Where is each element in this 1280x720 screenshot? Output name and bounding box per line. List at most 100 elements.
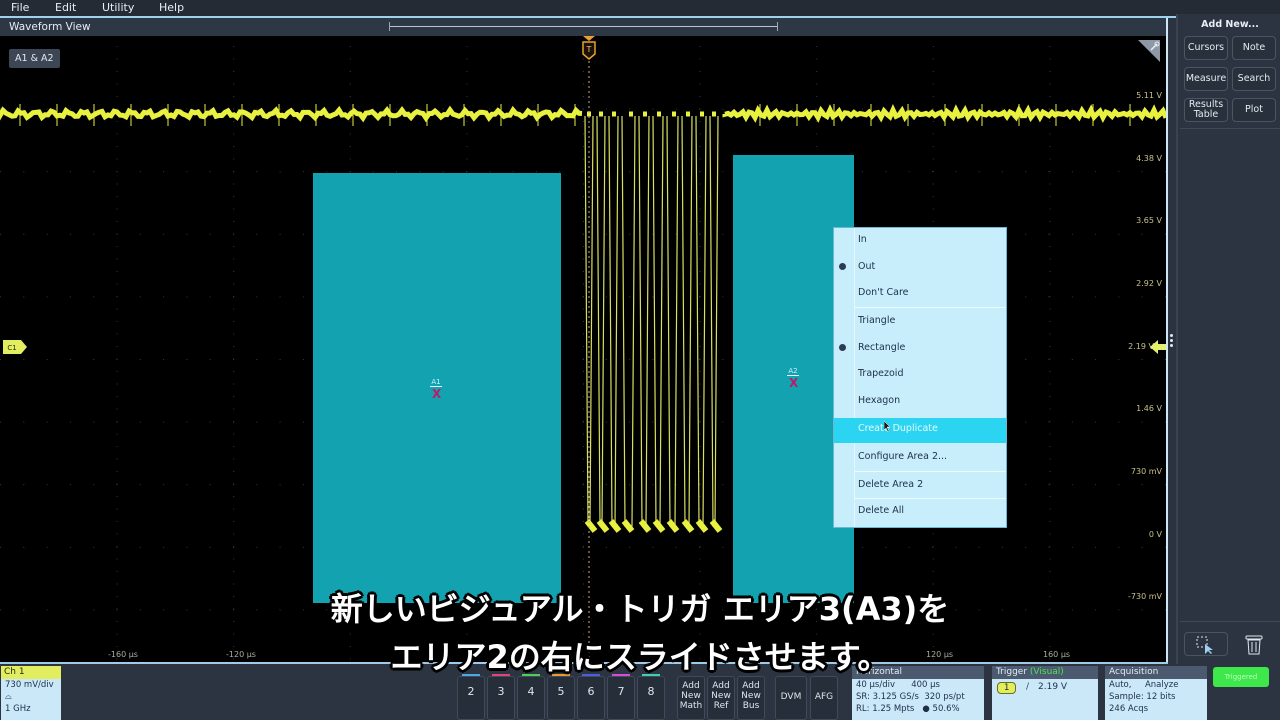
grid-dot (699, 308, 701, 310)
horizontal-scale: 40 µs/div 400 µs (856, 680, 940, 690)
grid-dot (1049, 433, 1051, 435)
grid-dot (1049, 383, 1051, 385)
grid-dot (233, 271, 235, 272)
trigger-level: 2.19 V (1038, 682, 1068, 692)
grid-dot (583, 346, 584, 347)
grid-dot (233, 58, 235, 60)
channel-4-button[interactable]: 4 (517, 674, 545, 720)
search-button[interactable]: Search (1232, 67, 1276, 91)
grid-dot (233, 283, 235, 285)
grid-dot (816, 133, 818, 135)
results-table-button[interactable]: Results Table (1184, 98, 1228, 122)
grid-dot (209, 484, 211, 486)
menu-bar: File Edit Utility Help (0, 0, 1280, 18)
grid-dot (1048, 484, 1050, 486)
grid-dot (722, 484, 724, 486)
grid-dot (583, 458, 584, 460)
grid-dot (1118, 296, 1120, 298)
menu-item-dont-care[interactable]: Don't Care (858, 287, 909, 298)
menu-item-configure-area-2[interactable]: Configure Area 2... (858, 451, 947, 462)
note-button[interactable]: Note (1232, 36, 1276, 60)
grid-dot (139, 296, 141, 298)
grid-dot (93, 546, 95, 548)
channel-6-button[interactable]: 6 (577, 674, 605, 720)
channel-5-button[interactable]: 5 (547, 674, 575, 720)
grid-dot (583, 371, 584, 372)
grid-dot (1049, 246, 1051, 247)
panel-resize-handle[interactable] (1170, 334, 1174, 352)
ch1-scale: 730 mV/div (5, 680, 54, 690)
add-new-math-button[interactable]: Add New Math (677, 676, 705, 720)
grid-dot (699, 221, 701, 222)
ch1-offset-marker[interactable]: C1 (3, 340, 27, 354)
y-label-3-65v: 3.65 V (1136, 216, 1162, 225)
plot-button[interactable]: Plot (1232, 98, 1276, 122)
grid-dot (932, 58, 934, 60)
trace-segment (652, 115, 664, 527)
grid-dot (1049, 421, 1051, 422)
channel-3-button[interactable]: 3 (487, 674, 515, 720)
area-badge[interactable]: A1 & A2 (9, 49, 60, 68)
grid-dot (699, 408, 701, 410)
grid-dot (466, 71, 468, 72)
menu-item-hexagon[interactable]: Hexagon (858, 395, 900, 406)
menu-item-delete-area-2[interactable]: Delete Area 2 (858, 479, 923, 490)
trace-segment (596, 519, 610, 533)
menu-item-delete-all[interactable]: Delete All (858, 505, 904, 516)
menu-item-in[interactable]: In (858, 234, 867, 245)
channel-7-button[interactable]: 7 (607, 674, 635, 720)
grid-dot (1049, 296, 1051, 297)
grid-dot (699, 96, 701, 97)
add-new-ref-button[interactable]: Add New Ref (707, 676, 735, 720)
menu-file[interactable]: File (11, 1, 29, 14)
grid-dot (583, 71, 584, 72)
grid-dot (583, 333, 584, 335)
grid-dot (1141, 296, 1143, 298)
grid-dot (233, 571, 235, 572)
grid-dot (209, 359, 211, 360)
channel-8-button[interactable]: 8 (637, 674, 665, 720)
grid-dot (722, 546, 724, 548)
grid-dot (699, 171, 700, 173)
y-label-2-92v: 2.92 V (1136, 279, 1162, 288)
grid-dot (116, 96, 118, 97)
menu-item-create-duplicate[interactable]: Create Duplicate (858, 423, 938, 434)
menu-item-trapezoid[interactable]: Trapezoid (858, 368, 903, 379)
menu-edit[interactable]: Edit (55, 1, 76, 14)
grid-dot (302, 421, 304, 423)
grid-dot (1049, 58, 1051, 60)
grid-dot (116, 396, 118, 397)
grid-dot (349, 121, 351, 122)
grid-dot (116, 233, 118, 235)
y-label-730mv: 730 mV (1130, 467, 1162, 476)
grid-dot (1049, 171, 1051, 172)
cursors-button[interactable]: Cursors (1184, 36, 1228, 60)
menu-item-out[interactable]: Out (858, 261, 875, 272)
measure-button[interactable]: Measure (1184, 67, 1228, 91)
channel-2-button[interactable]: 2 (457, 674, 485, 720)
grid-dot (186, 108, 188, 110)
visual-trigger-area-a1[interactable]: A1 X (313, 173, 561, 603)
menu-help[interactable]: Help (159, 1, 184, 14)
menu-utility[interactable]: Utility (102, 1, 134, 14)
horizontal-position-scrollbar[interactable] (389, 22, 778, 31)
wrench-corner-icon[interactable] (1138, 40, 1162, 64)
grid-dot (256, 421, 258, 423)
dvm-button[interactable]: DVM (775, 676, 807, 720)
grid-dot (1049, 521, 1051, 522)
grid-dot (256, 171, 258, 173)
grid-dot (396, 108, 398, 110)
grid-dot (722, 171, 724, 173)
grid-dot (652, 296, 654, 298)
grid-dot (816, 58, 818, 60)
y-label-1-46v: 1.46 V (1136, 404, 1162, 413)
trigger-marker-icon[interactable]: T (580, 36, 598, 62)
afg-button[interactable]: AFG (810, 676, 838, 720)
grid-dot (1095, 421, 1097, 423)
trigger-level-arrow-icon[interactable] (1150, 340, 1166, 354)
menu-item-rectangle[interactable]: Rectangle (858, 342, 905, 353)
grid-dot (699, 359, 700, 360)
menu-item-triangle[interactable]: Triangle (858, 315, 895, 326)
grid-dot (1071, 484, 1073, 486)
add-new-bus-button[interactable]: Add New Bus (737, 676, 765, 720)
